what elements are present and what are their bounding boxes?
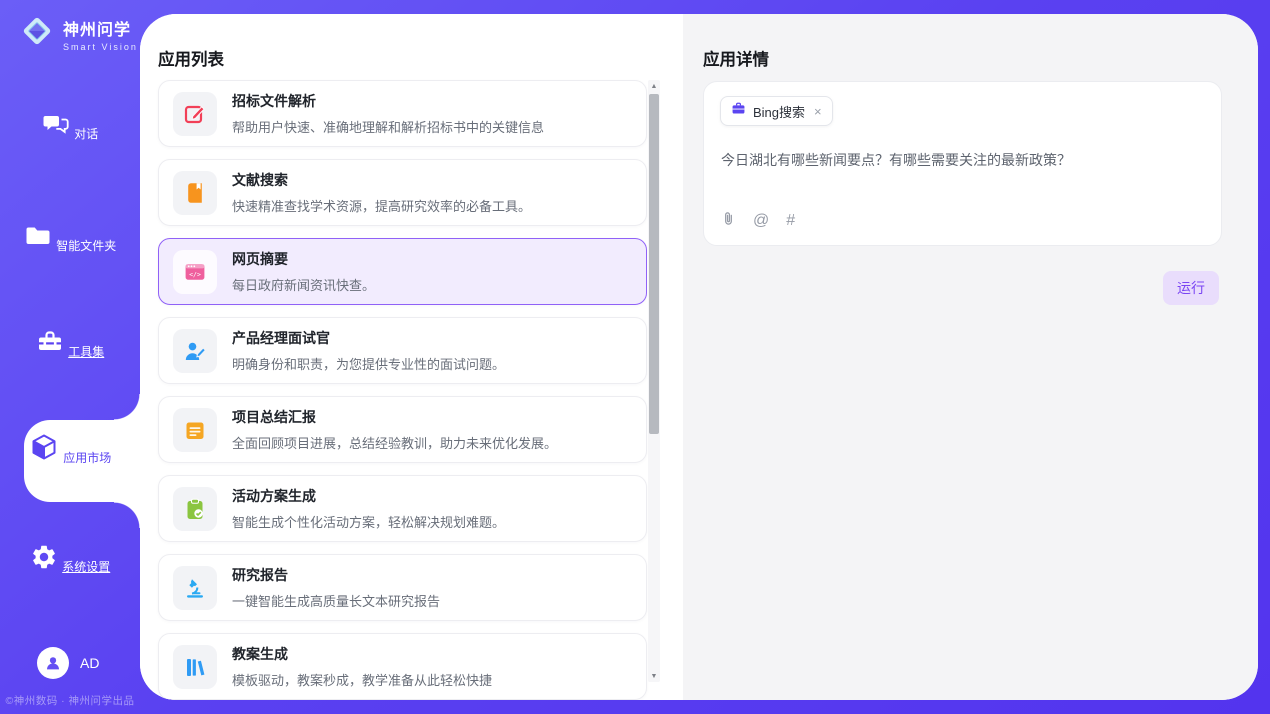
app-desc: 模板驱动，教案秒成，教学准备从此轻松快捷 bbox=[232, 670, 492, 689]
app-card-event-plan[interactable]: 活动方案生成 智能生成个性化活动方案，轻松解决规划难题。 bbox=[158, 475, 647, 542]
app-detail-title: 应用详情 bbox=[703, 46, 769, 70]
chat-icon bbox=[42, 125, 74, 142]
sidebar: 神州问学 Smart Vision 对话 智能文件夹 bbox=[0, 0, 140, 714]
app-desc: 一键智能生成高质量长文本研究报告 bbox=[232, 591, 440, 610]
scroll-up-icon[interactable]: ▲ bbox=[648, 80, 660, 92]
app-list-panel: 应用列表 招标文件解析 帮助用户快速、准确地理解和解析招标书中的关键信息 bbox=[140, 14, 683, 700]
folder-icon bbox=[24, 237, 56, 254]
sidebar-item-label: 智能文件夹 bbox=[56, 237, 116, 254]
sidebar-item-label: 工具集 bbox=[68, 343, 104, 360]
sidebar-item-app-market[interactable]: 应用市场 bbox=[0, 432, 140, 467]
paperclip-icon[interactable] bbox=[721, 210, 736, 232]
sidebar-item-chat[interactable]: 对话 bbox=[0, 110, 140, 143]
app-name: 研究报告 bbox=[232, 565, 440, 585]
user-initials: AD bbox=[80, 655, 99, 671]
app-desc: 明确身份和职责，为您提供专业性的面试问题。 bbox=[232, 354, 505, 373]
sidebar-item-settings[interactable]: 系统设置 bbox=[0, 543, 140, 576]
app-card-lesson-plan[interactable]: 教案生成 模板驱动，教案秒成，教学准备从此轻松快捷 bbox=[158, 633, 647, 700]
app-card-list: 招标文件解析 帮助用户快速、准确地理解和解析招标书中的关键信息 文献搜索 快速精… bbox=[158, 80, 647, 700]
book-icon bbox=[173, 171, 217, 215]
tool-tag-label: Bing搜索 bbox=[753, 102, 805, 121]
app-desc: 每日政府新闻资讯快查。 bbox=[232, 275, 375, 294]
app-desc: 帮助用户快速、准确地理解和解析招标书中的关键信息 bbox=[232, 117, 544, 136]
sidebar-item-label: 应用市场 bbox=[63, 449, 111, 466]
scrollbar-thumb[interactable] bbox=[649, 94, 659, 434]
close-icon[interactable]: × bbox=[814, 104, 822, 119]
app-card-literature-search[interactable]: 文献搜索 快速精准查找学术资源，提高研究效率的必备工具。 bbox=[158, 159, 647, 226]
app-name: 活动方案生成 bbox=[232, 486, 505, 506]
user-account[interactable]: AD bbox=[37, 647, 99, 679]
brand-name: 神州问学 bbox=[63, 16, 138, 40]
main-content: 应用列表 招标文件解析 帮助用户快速、准确地理解和解析招标书中的关键信息 bbox=[140, 14, 1258, 700]
cube-icon bbox=[29, 449, 63, 466]
microscope-icon bbox=[173, 566, 217, 610]
app-desc: 全面回顾项目进展，总结经验教训，助力未来优化发展。 bbox=[232, 433, 557, 452]
app-name: 产品经理面试官 bbox=[232, 328, 505, 348]
attachment-toolbar: @ # bbox=[721, 210, 795, 232]
brand-tagline: Smart Vision bbox=[63, 42, 138, 52]
app-name: 项目总结汇报 bbox=[232, 407, 557, 427]
toolbox-icon bbox=[36, 343, 68, 360]
scroll-down-icon[interactable]: ▼ bbox=[648, 670, 660, 682]
at-mention-icon[interactable]: @ bbox=[753, 213, 769, 229]
app-name: 网页摘要 bbox=[232, 249, 375, 269]
app-desc: 智能生成个性化活动方案，轻松解决规划难题。 bbox=[232, 512, 505, 531]
app-name: 文献搜索 bbox=[232, 170, 531, 190]
app-card-bid-parse[interactable]: 招标文件解析 帮助用户快速、准确地理解和解析招标书中的关键信息 bbox=[158, 80, 647, 147]
briefcase-icon bbox=[731, 101, 746, 121]
browser-code-icon: </> bbox=[173, 250, 217, 294]
app-card-pm-interviewer[interactable]: 产品经理面试官 明确身份和职责，为您提供专业性的面试问题。 bbox=[158, 317, 647, 384]
app-desc: 快速精准查找学术资源，提高研究效率的必备工具。 bbox=[232, 196, 531, 215]
gear-icon bbox=[30, 558, 62, 575]
list-scrollbar[interactable]: ▲ ▼ bbox=[648, 80, 660, 682]
app-name: 教案生成 bbox=[232, 644, 492, 664]
clipboard-check-icon bbox=[173, 487, 217, 531]
app-detail-panel: 应用详情 Bing搜索 × 今日湖北有哪些新闻要点？有哪些需要关注的最新政策？ bbox=[683, 14, 1258, 700]
interviewer-icon bbox=[173, 329, 217, 373]
sidebar-item-label: 对话 bbox=[74, 125, 98, 142]
pen-square-icon bbox=[173, 92, 217, 136]
sidebar-item-smart-folders[interactable]: 智能文件夹 bbox=[0, 222, 140, 255]
report-calendar-icon bbox=[173, 408, 217, 452]
query-input-card[interactable]: Bing搜索 × 今日湖北有哪些新闻要点？有哪些需要关注的最新政策？ @ # bbox=[703, 81, 1222, 246]
app-card-research-report[interactable]: 研究报告 一键智能生成高质量长文本研究报告 bbox=[158, 554, 647, 621]
sidebar-item-toolset[interactable]: 工具集 bbox=[0, 328, 140, 361]
brand-logo: 神州问学 Smart Vision bbox=[18, 12, 138, 55]
avatar bbox=[37, 647, 69, 679]
tool-tag-bing-search[interactable]: Bing搜索 × bbox=[720, 96, 833, 126]
copyright-text: ©神州数码 · 神州问学出品 bbox=[0, 693, 140, 708]
app-name: 招标文件解析 bbox=[232, 91, 544, 111]
hash-tag-icon[interactable]: # bbox=[786, 213, 795, 229]
query-text[interactable]: 今日湖北有哪些新闻要点？有哪些需要关注的最新政策？ bbox=[721, 150, 1205, 170]
sidebar-item-label: 系统设置 bbox=[62, 558, 110, 575]
brand-diamond-icon bbox=[18, 12, 56, 55]
app-list-title: 应用列表 bbox=[158, 46, 224, 70]
books-icon bbox=[173, 645, 217, 689]
svg-text:</>: </> bbox=[189, 270, 201, 278]
app-card-web-summary[interactable]: </> 网页摘要 每日政府新闻资讯快查。 bbox=[158, 238, 647, 305]
run-button[interactable]: 运行 bbox=[1163, 271, 1219, 305]
app-card-project-summary[interactable]: 项目总结汇报 全面回顾项目进展，总结经验教训，助力未来优化发展。 bbox=[158, 396, 647, 463]
